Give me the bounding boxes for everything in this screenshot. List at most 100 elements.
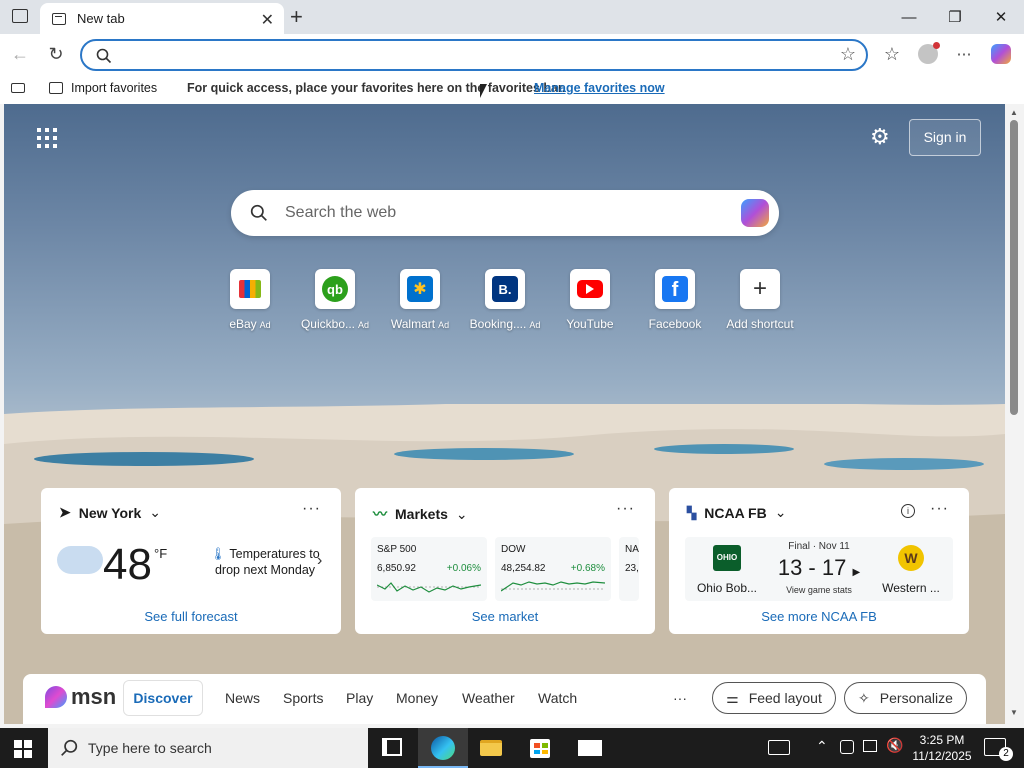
walmart-icon: ✱ — [407, 276, 433, 302]
chevron-down-icon[interactable]: ⌄ — [456, 506, 468, 523]
apps-grid-icon[interactable] — [37, 128, 57, 148]
search-icon — [61, 739, 78, 756]
show-hidden-icons[interactable]: ⌃ — [816, 738, 828, 755]
scroll-up-arrow[interactable]: ▲ — [1010, 108, 1018, 117]
markets-card[interactable]: 〰 Markets ⌄ ··· S&P 500 6,850.92 +0.06% DO… — [355, 488, 655, 634]
address-input[interactable] — [122, 46, 822, 66]
shortcut-youtube[interactable]: YouTube — [550, 269, 630, 331]
info-icon[interactable]: i — [901, 504, 915, 518]
new-tab-button[interactable]: + — [290, 4, 303, 30]
game-score-value: 13 - 17 — [777, 555, 847, 580]
feed-layout-button[interactable]: ⚌ Feed layout — [712, 682, 836, 714]
market-tile-dow[interactable]: DOW 48,254.82 +0.68% — [495, 537, 611, 601]
market-name: DOW — [501, 544, 526, 555]
taskbar-search[interactable]: Type here to search — [48, 728, 368, 768]
minimize-button[interactable]: — — [886, 4, 932, 30]
shortcut-facebook[interactable]: f Facebook — [635, 269, 715, 331]
notifications-icon[interactable]: 2 — [984, 738, 1013, 761]
weather-card[interactable]: ➤ New York ⌄ ··· 48 °F 🌡 Temperatures to d… — [41, 488, 341, 634]
market-value: 48,254.82 — [501, 563, 546, 574]
market-name: S&P 500 — [377, 544, 417, 555]
tab-actions-icon[interactable] — [12, 9, 28, 23]
chevron-right-icon[interactable]: › — [317, 552, 322, 570]
edge-taskbar-icon[interactable] — [418, 728, 468, 768]
taskbar-search-placeholder: Type here to search — [88, 740, 212, 756]
msn-logo[interactable]: msn — [45, 684, 116, 710]
restore-button[interactable]: ❐ — [932, 4, 978, 30]
tab-new-tab[interactable]: New tab ✕ — [40, 3, 284, 34]
sidebar-toggle-icon[interactable] — [11, 83, 25, 93]
plus-icon: + — [752, 275, 767, 302]
scroll-thumb[interactable] — [1010, 120, 1018, 415]
game-score-panel[interactable]: OHIO Ohio Bob... Final · Nov 11 13 - 17 … — [685, 537, 953, 601]
see-more-ncaa-link[interactable]: See more NCAA FB — [669, 609, 969, 624]
favorites-icon[interactable]: ☆ — [879, 41, 905, 67]
more-nav-icon[interactable]: ··· — [673, 690, 687, 706]
profile-avatar[interactable] — [915, 41, 941, 67]
copilot-icon[interactable] — [988, 41, 1014, 67]
start-button[interactable] — [14, 740, 32, 758]
nav-news[interactable]: News — [225, 690, 260, 706]
market-tile-nasdaq[interactable]: NA 23, — [619, 537, 639, 601]
shortcut-booking[interactable]: B. Booking.... Ad — [465, 269, 545, 331]
see-full-forecast-link[interactable]: See full forecast — [41, 609, 341, 624]
market-value: 6,850.92 — [377, 563, 416, 574]
task-view-icon[interactable] — [382, 738, 402, 756]
volume-muted-icon[interactable]: 🔇 — [886, 737, 903, 754]
new-tab-page: ⚙ Sign in eBayAd qb Quickbo...Ad ✱ Walma… — [4, 104, 1005, 724]
clock-time: 3:25 PM — [919, 733, 965, 747]
refresh-button[interactable]: ↻ — [43, 41, 69, 67]
chevron-down-icon[interactable]: ⌄ — [775, 504, 787, 521]
network-icon[interactable] — [863, 740, 877, 752]
nav-sports[interactable]: Sports — [283, 690, 323, 706]
sliders-icon: ⚌ — [726, 689, 739, 706]
ncaa-fb-card[interactable]: ▚ NCAA FB ⌄ i ··· OHIO Ohio Bob... Final ·… — [669, 488, 969, 634]
file-explorer-icon[interactable] — [480, 740, 502, 756]
chevron-down-icon[interactable]: ⌄ — [149, 504, 161, 521]
shortcut-label: Quickbo... — [300, 317, 355, 331]
page-settings-icon[interactable]: ⚙ — [870, 124, 890, 150]
add-favorite-icon[interactable]: ☆ — [840, 44, 856, 65]
personalize-button[interactable]: ✧ Personalize — [844, 682, 967, 714]
shortcut-quickbooks[interactable]: qb Quickbo... Ad — [295, 269, 375, 331]
shortcut-ebay[interactable]: eBay Ad — [210, 269, 290, 331]
shortcut-walmart[interactable]: ✱ Walmart Ad — [380, 269, 460, 331]
market-tile-sp500[interactable]: S&P 500 6,850.92 +0.06% — [371, 537, 487, 601]
more-options-icon[interactable]: ··· — [302, 500, 321, 518]
add-shortcut-button[interactable]: + Add shortcut — [720, 269, 800, 331]
close-window-button[interactable]: ✕ — [978, 4, 1024, 30]
more-options-icon[interactable]: ⋯ — [951, 41, 977, 67]
nav-money[interactable]: Money — [396, 690, 438, 706]
back-button[interactable]: ← — [7, 41, 33, 67]
keyboard-icon[interactable] — [768, 740, 790, 755]
meet-now-icon[interactable] — [840, 740, 854, 754]
address-bar[interactable]: ☆ — [80, 39, 868, 71]
view-game-stats[interactable]: View game stats — [769, 585, 869, 595]
weather-location[interactable]: New York — [79, 505, 142, 521]
sparkle-icon: ✧ — [858, 689, 870, 706]
page-scrollbar[interactable]: ▲ ▼ — [1005, 104, 1024, 724]
manage-favorites-link[interactable]: Manage favorites now — [534, 81, 665, 95]
nav-watch[interactable]: Watch — [538, 690, 577, 706]
close-tab-icon[interactable]: ✕ — [261, 10, 274, 30]
store-icon[interactable] — [530, 739, 550, 758]
weather-alert[interactable]: 🌡 Temperatures to drop next Monday — [205, 546, 325, 578]
clock[interactable]: 3:25 PM 11/12/2025 — [902, 732, 982, 764]
see-market-link[interactable]: See market — [355, 609, 655, 624]
web-search-box[interactable] — [231, 190, 779, 236]
markets-title[interactable]: Markets — [395, 506, 448, 522]
sign-in-button[interactable]: Sign in — [909, 119, 981, 156]
web-search-input[interactable] — [285, 201, 705, 225]
nav-play[interactable]: Play — [346, 690, 373, 706]
copilot-icon[interactable] — [741, 199, 769, 227]
nav-weather[interactable]: Weather — [462, 690, 515, 706]
import-favorites-button[interactable]: Import favorites — [49, 81, 157, 95]
game-score[interactable]: 13 - 17 ▶ — [769, 555, 869, 581]
team2-name: Western ... — [882, 581, 940, 595]
scroll-down-arrow[interactable]: ▼ — [1010, 708, 1018, 717]
more-options-icon[interactable]: ··· — [930, 500, 949, 518]
ncaa-title[interactable]: NCAA FB — [704, 505, 766, 521]
mail-icon[interactable] — [578, 740, 602, 756]
more-options-icon[interactable]: ··· — [616, 500, 635, 518]
nav-discover[interactable]: Discover — [123, 680, 203, 716]
